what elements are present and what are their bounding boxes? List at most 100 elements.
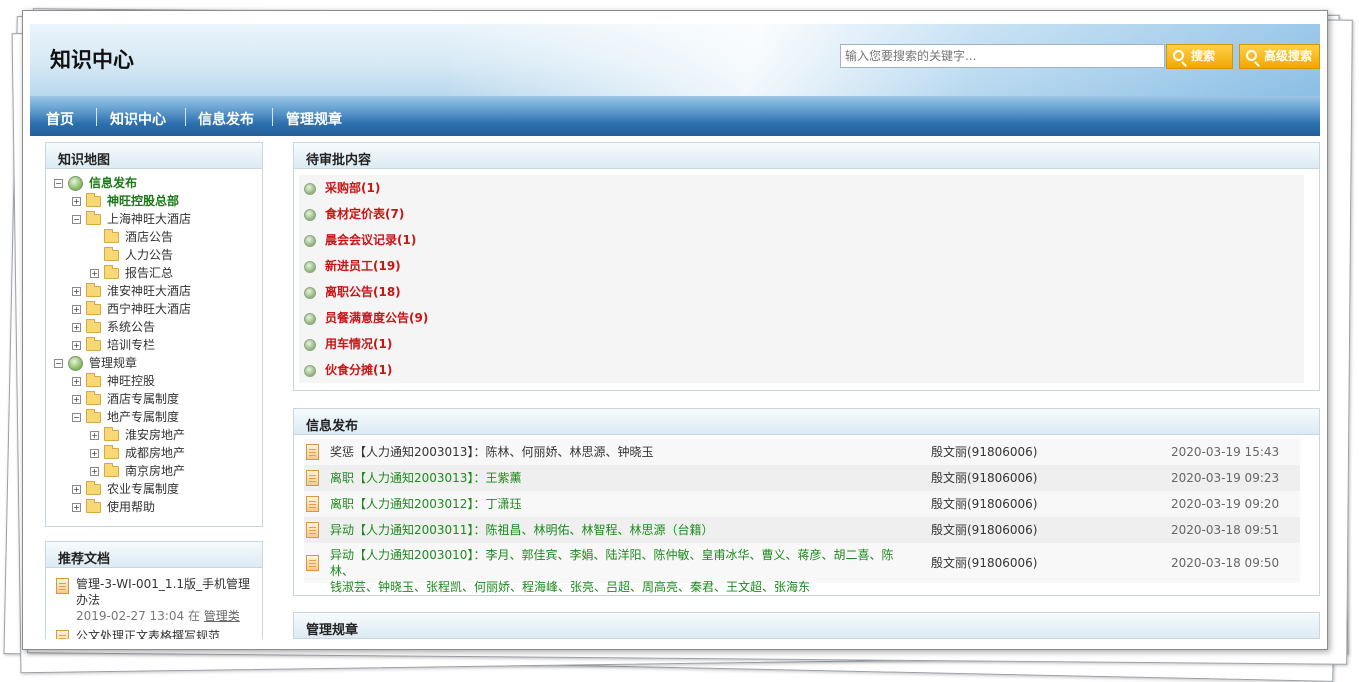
tree-node-label[interactable]: 人力公告 [125, 248, 173, 262]
tree-node-label[interactable]: 农业专属制度 [107, 482, 179, 496]
tree-node-label[interactable]: 管理规章 [89, 356, 137, 370]
tree-node-label[interactable]: 神旺控股总部 [107, 194, 179, 208]
expand-icon[interactable]: + [72, 377, 81, 386]
pending-item[interactable]: 离职公告(18) [304, 279, 1300, 305]
tree-node[interactable]: 人力公告 [90, 246, 173, 264]
expand-icon[interactable]: + [72, 287, 81, 296]
expand-icon[interactable]: + [90, 269, 99, 278]
pending-item[interactable]: 食材定价表(7) [304, 201, 1300, 227]
expand-icon[interactable]: + [90, 467, 99, 476]
nav-management-rules[interactable]: 管理规章 [286, 109, 342, 129]
tree-node[interactable]: − 信息发布 [54, 174, 137, 192]
pending-item[interactable]: 晨会会议记录(1) [304, 227, 1300, 253]
pending-item-link[interactable]: 晨会会议记录(1) [325, 233, 416, 247]
recommended-doc-category-link[interactable]: 管理类 [204, 609, 240, 623]
folder-icon [86, 301, 101, 315]
recommended-doc-item[interactable]: 管理-3-WI-001_1.1版_手机管理 办法 2019-02-27 13:0… [56, 576, 256, 624]
tree-node-label[interactable]: 信息发布 [89, 176, 137, 190]
info-row[interactable]: 奖惩【人力通知2003013】：陈林、何丽娇、林思源、钟晓玉 殷文丽(918060… [304, 439, 1300, 465]
collapse-icon[interactable]: − [72, 215, 81, 224]
tree-node[interactable]: + 成都房地产 [90, 444, 185, 462]
bullet-icon [304, 182, 316, 195]
search-input[interactable] [840, 44, 1165, 68]
tree-node-label[interactable]: 上海神旺大酒店 [107, 212, 191, 226]
expand-icon[interactable]: + [72, 395, 81, 404]
recommended-doc-title[interactable]: 管理-3-WI-001_1.1版_手机管理 办法 [76, 576, 256, 608]
tree-node-label[interactable]: 淮安神旺大酒店 [107, 284, 191, 298]
document-icon [56, 630, 69, 639]
collapse-icon[interactable]: − [54, 359, 63, 368]
tree-node[interactable]: + 淮安房地产 [90, 426, 185, 444]
tree-node-label[interactable]: 神旺控股 [107, 374, 155, 388]
pending-item-link[interactable]: 采购部(1) [325, 181, 380, 195]
pending-item-link[interactable]: 新进员工(19) [325, 259, 401, 273]
nav-home[interactable]: 首页 [46, 109, 74, 129]
info-row-author: 殷文丽(91806006) [931, 497, 1038, 511]
info-row-title[interactable]: 奖惩【人力通知2003013】：陈林、何丽娇、林思源、钟晓玉 [330, 439, 910, 465]
info-row-title[interactable]: 异动【人力通知2003011】：陈祖昌、林明佑、林智程、林思源（台籍） [330, 517, 910, 543]
pending-item-link[interactable]: 员餐满意度公告(9) [325, 311, 428, 325]
pending-item[interactable]: 新进员工(19) [304, 253, 1300, 279]
tree-node[interactable]: + 酒店专属制度 [72, 390, 179, 408]
recommended-doc-item[interactable]: 公文处理正文表格撰写规范 [56, 628, 256, 639]
tree-node-label[interactable]: 西宁神旺大酒店 [107, 302, 191, 316]
pending-item[interactable]: 员餐满意度公告(9) [304, 305, 1300, 331]
tree-node-label[interactable]: 淮安房地产 [125, 428, 185, 442]
search-button[interactable]: 搜索 [1166, 44, 1233, 69]
tree-node[interactable]: + 培训专栏 [72, 336, 155, 354]
info-row[interactable]: 异动【人力通知2003011】：陈祖昌、林明佑、林智程、林思源（台籍） 殷文丽(9… [304, 517, 1300, 543]
tree-node[interactable]: + 报告汇总 [90, 264, 173, 282]
tree-node-label[interactable]: 系统公告 [107, 320, 155, 334]
collapse-icon[interactable]: − [72, 413, 81, 422]
expand-icon[interactable]: + [90, 449, 99, 458]
nav-info-release[interactable]: 信息发布 [198, 109, 254, 129]
tree-node[interactable]: − 管理规章 [54, 354, 137, 372]
nav-knowledge-center[interactable]: 知识中心 [110, 109, 166, 129]
tree-node-label[interactable]: 使用帮助 [107, 500, 155, 514]
pending-item-link[interactable]: 用车情况(1) [325, 337, 392, 351]
pending-item[interactable]: 采购部(1) [304, 175, 1300, 201]
expand-icon[interactable]: + [72, 485, 81, 494]
tree-node[interactable]: − 地产专属制度 [72, 408, 179, 426]
tree-node-label[interactable]: 酒店专属制度 [107, 392, 179, 406]
tree-node-label[interactable]: 成都房地产 [125, 446, 185, 460]
tree-node-label[interactable]: 培训专栏 [107, 338, 155, 352]
info-row-title[interactable]: 离职【人力通知2003012】：丁潇珏 [330, 491, 910, 517]
advanced-search-button[interactable]: 高级搜索 [1239, 44, 1320, 69]
pending-item-link[interactable]: 离职公告(18) [325, 285, 401, 299]
info-row-title[interactable]: 异动【人力通知2003010】：李月、郭佳宾、李娟、陆洋阳、陈仲敏、皇甫冰华、曹… [330, 547, 910, 595]
pending-item-link[interactable]: 食材定价表(7) [325, 207, 404, 221]
tree-node[interactable]: − 上海神旺大酒店 [72, 210, 191, 228]
tree-node[interactable]: + 淮安神旺大酒店 [72, 282, 191, 300]
expand-icon[interactable]: + [72, 503, 81, 512]
recommended-doc-title[interactable]: 公文处理正文表格撰写规范 [76, 628, 256, 639]
info-row-title[interactable]: 离职【人力通知2003013】：王紫薰 [330, 465, 910, 491]
pending-item[interactable]: 用车情况(1) [304, 331, 1300, 357]
info-row[interactable]: 离职【人力通知2003013】：王紫薰 殷文丽(91806006) 2020-03-… [304, 465, 1300, 491]
pending-item[interactable]: 伙食分摊(1) [304, 357, 1300, 383]
tree-node-label[interactable]: 南京房地产 [125, 464, 185, 478]
tree-node-label[interactable]: 酒店公告 [125, 230, 173, 244]
bullet-icon [304, 312, 316, 325]
header: 知识中心 搜索 高级搜索 [30, 24, 1320, 96]
info-row[interactable]: 离职【人力通知2003012】：丁潇珏 殷文丽(91806006) 2020-03-… [304, 491, 1300, 517]
tree-node[interactable]: + 南京房地产 [90, 462, 185, 480]
expand-icon[interactable]: + [72, 323, 81, 332]
tree-node[interactable]: + 使用帮助 [72, 498, 155, 516]
expand-icon[interactable]: + [72, 305, 81, 314]
folder-icon [86, 391, 101, 405]
tree-node[interactable]: 酒店公告 [90, 228, 173, 246]
expand-icon[interactable]: + [90, 431, 99, 440]
tree-node[interactable]: + 神旺控股总部 [72, 192, 179, 210]
tree-node[interactable]: + 神旺控股 [72, 372, 155, 390]
tree-node-label[interactable]: 报告汇总 [125, 266, 173, 280]
expand-icon[interactable]: + [72, 341, 81, 350]
tree-node-label[interactable]: 地产专属制度 [107, 410, 179, 424]
tree-node[interactable]: + 西宁神旺大酒店 [72, 300, 191, 318]
pending-item-link[interactable]: 伙食分摊(1) [325, 363, 392, 377]
expand-icon[interactable]: + [72, 197, 81, 206]
tree-node[interactable]: + 系统公告 [72, 318, 155, 336]
tree-node[interactable]: + 农业专属制度 [72, 480, 179, 498]
info-row[interactable]: 异动【人力通知2003010】：李月、郭佳宾、李娟、陆洋阳、陈仲敏、皇甫冰华、曹… [304, 543, 1300, 594]
collapse-icon[interactable]: − [54, 179, 63, 188]
